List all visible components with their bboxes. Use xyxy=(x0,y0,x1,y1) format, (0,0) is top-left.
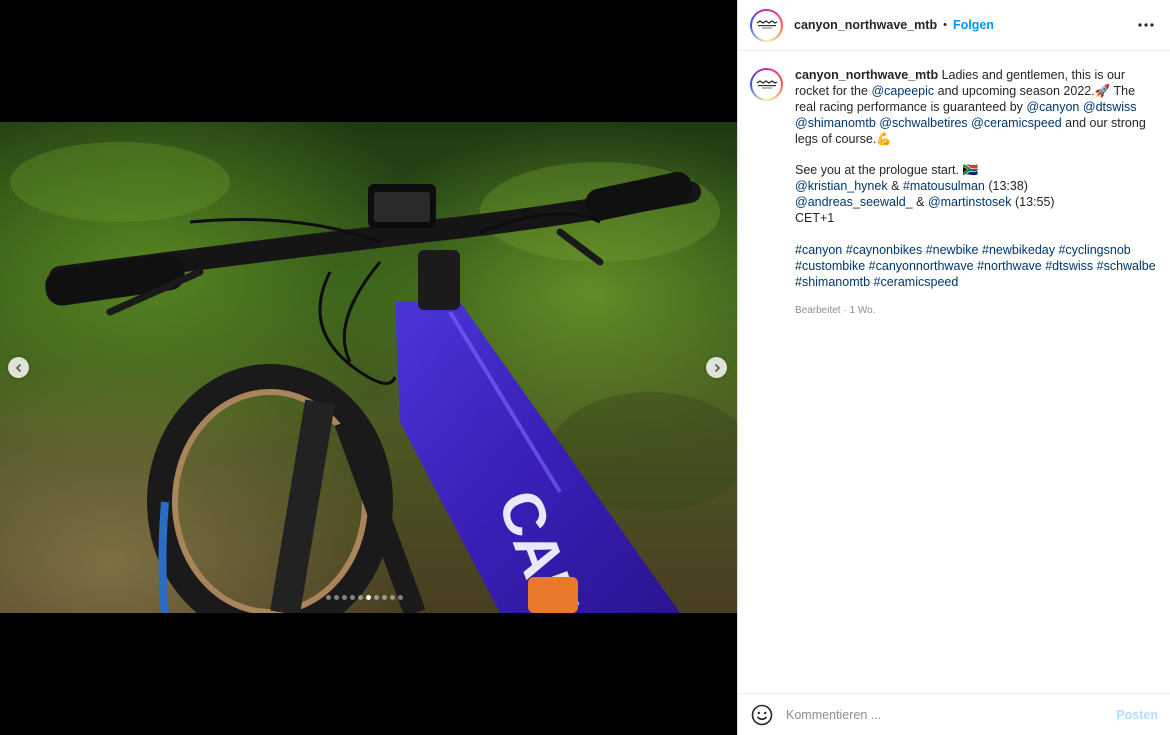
emoji-smiley-icon xyxy=(751,704,773,725)
mention-link[interactable]: @ceramicspeed xyxy=(971,116,1062,130)
caption-line: @kristian_hynek & #matousulman (13:38) xyxy=(795,179,1157,195)
canyon-northwave-logo xyxy=(756,79,777,88)
canyon-northwave-logo xyxy=(756,20,777,29)
hashtag-link[interactable]: #cyclingsnob xyxy=(1058,243,1130,257)
carousel-dot xyxy=(398,595,403,600)
caption-text-segment: (13:38) xyxy=(984,179,1028,194)
hashtag-link[interactable]: #dtswiss xyxy=(1045,259,1093,273)
post-photo-bike: CAN xyxy=(0,122,737,613)
caption-line: CET+1 xyxy=(795,211,835,226)
instagram-post-modal: CAN canyon_northwave_mtb • Folgen canyon… xyxy=(0,0,1170,735)
mention-link[interactable]: @martinstosek xyxy=(928,195,1012,209)
carousel-dot xyxy=(350,595,355,600)
caption-hashtags: #canyon #caynonbikes #newbike #newbikeda… xyxy=(795,243,1157,291)
carousel-indicator xyxy=(326,595,403,600)
caption-text: canyon_northwave_mtb Ladies and gentleme… xyxy=(795,68,1157,319)
hashtag-link[interactable]: #newbike xyxy=(926,243,979,257)
carousel-next-button[interactable] xyxy=(706,357,727,378)
carousel-dot xyxy=(374,595,379,600)
carousel-dot xyxy=(366,595,371,600)
caption-text-segment: & xyxy=(887,179,903,194)
hashtag-link[interactable]: #custombike xyxy=(795,259,865,273)
hashtag-link[interactable]: #newbikeday xyxy=(982,243,1055,257)
mention-link[interactable]: @canyon xyxy=(1026,100,1079,114)
post-meta-timestamp: Bearbeitet · 1 Wo. xyxy=(795,304,876,316)
mention-link[interactable]: @andreas_seewald_ xyxy=(795,195,913,209)
mention-link[interactable]: @capeepic xyxy=(871,84,934,98)
hashtag-link[interactable]: #schwalbe xyxy=(1097,259,1156,273)
hashtag-link[interactable]: #canyonnorthwave xyxy=(869,259,974,273)
header-username[interactable]: canyon_northwave_mtb xyxy=(794,18,937,32)
post-media: CAN xyxy=(0,0,737,735)
follow-button[interactable]: Folgen xyxy=(953,18,994,32)
chevron-left-icon xyxy=(15,363,21,372)
carousel-dot xyxy=(334,595,339,600)
caption-line: @andreas_seewald_ & @martinstosek (13:55… xyxy=(795,195,1157,211)
more-horizontal-icon xyxy=(1138,23,1154,27)
caption-username[interactable]: canyon_northwave_mtb xyxy=(795,68,938,82)
comment-input[interactable] xyxy=(786,707,1117,722)
post-comment-button[interactable]: Posten xyxy=(1116,708,1158,722)
caption-text-segment: (13:55) xyxy=(1011,195,1055,210)
carousel-prev-button[interactable] xyxy=(8,357,29,378)
avatar[interactable] xyxy=(750,8,783,42)
mention-link[interactable]: @kristian_hynek xyxy=(795,179,888,193)
hashtag-link[interactable]: #shimanomtb xyxy=(795,275,870,289)
emoji-button[interactable] xyxy=(750,703,774,727)
carousel-dot xyxy=(358,595,363,600)
header-separator: • xyxy=(943,19,947,31)
carousel-dot xyxy=(382,595,387,600)
caption-line: See you at the prologue start. 🇿🇦 xyxy=(795,163,979,178)
caption-comment: canyon_northwave_mtb Ladies and gentleme… xyxy=(738,51,1170,319)
hashtag-link[interactable]: #matousulman xyxy=(903,179,985,193)
carousel-dot xyxy=(342,595,347,600)
caption-avatar[interactable] xyxy=(750,68,783,101)
hashtag-link[interactable]: #ceramicspeed xyxy=(874,275,959,289)
more-options-button[interactable] xyxy=(1134,13,1158,37)
comment-bar: Posten xyxy=(738,693,1170,735)
hashtag-link[interactable]: #northwave xyxy=(977,259,1042,273)
post-side-panel: canyon_northwave_mtb • Folgen canyon_nor… xyxy=(737,0,1170,735)
carousel-dot xyxy=(390,595,395,600)
caption-text-segment: & xyxy=(912,195,928,210)
caption-paragraph-1: canyon_northwave_mtb Ladies and gentleme… xyxy=(795,68,1157,148)
post-header: canyon_northwave_mtb • Folgen xyxy=(738,0,1170,51)
hashtag-link[interactable]: #canyon xyxy=(795,243,842,257)
mention-link[interactable]: @schwalbetires xyxy=(879,116,967,130)
mention-link[interactable]: @dtswiss xyxy=(1083,100,1137,114)
chevron-right-icon xyxy=(714,363,720,372)
carousel-dot xyxy=(326,595,331,600)
mention-link[interactable]: @shimanomtb xyxy=(795,116,876,130)
hashtag-link[interactable]: #caynonbikes xyxy=(846,243,922,257)
